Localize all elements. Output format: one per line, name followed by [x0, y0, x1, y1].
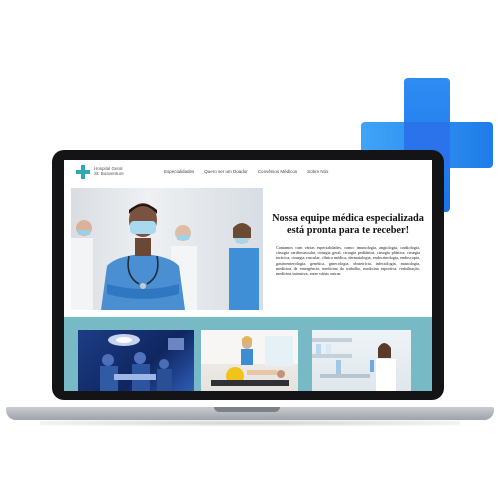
- nav-link-convenios[interactable]: Convênios Médicos: [258, 169, 297, 174]
- medical-cross-icon[interactable]: [76, 165, 90, 179]
- laboratory-photo[interactable]: [312, 330, 411, 391]
- hero-team-photo: [71, 188, 263, 310]
- nav-link-doador[interactable]: Quero ser um Doador: [204, 169, 248, 174]
- site-logo-text[interactable]: Hospital Geral St. Boaventure: [94, 166, 134, 176]
- laptop-screen: Hospital Geral St. Boaventure Especialid…: [64, 160, 432, 391]
- hero-title: Nossa equipe médica especializada está p…: [272, 213, 424, 236]
- physiotherapy-illustration: [201, 330, 298, 386]
- main-nav: Especialidades Quero ser um Doador Convê…: [164, 169, 328, 174]
- laptop-shadow: [40, 420, 460, 426]
- surgery-illustration: [100, 334, 184, 391]
- logo-cross-h: [76, 170, 90, 174]
- site-header: Hospital Geral St. Boaventure Especialid…: [64, 160, 432, 182]
- logo-line-2: St. Boaventure: [94, 171, 124, 176]
- hero-description: Contamos com várias especialidades, como…: [276, 245, 420, 277]
- physiotherapy-photo[interactable]: [201, 330, 298, 391]
- nav-link-sobre[interactable]: Sobre Nós: [307, 169, 328, 174]
- surgery-photo[interactable]: [78, 330, 194, 391]
- medical-team-illustration: [71, 203, 259, 310]
- laboratory-illustration: [312, 338, 396, 391]
- laptop-notch: [214, 407, 280, 412]
- nav-link-especialidades[interactable]: Especialidades: [164, 169, 194, 174]
